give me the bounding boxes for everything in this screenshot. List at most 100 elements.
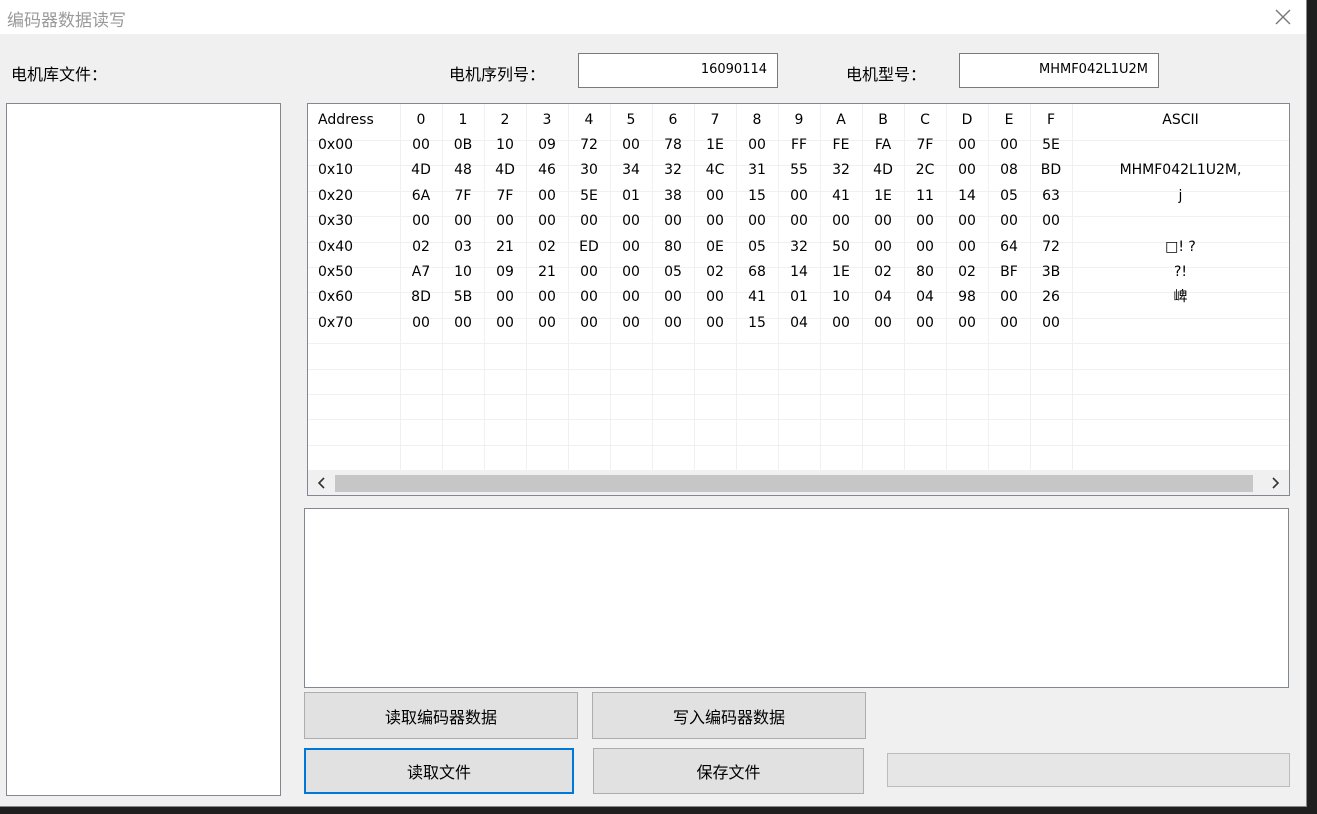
column-header[interactable]: 1 — [442, 112, 484, 128]
column-header[interactable]: 6 — [652, 112, 694, 128]
byte-cell[interactable]: 14 — [946, 184, 988, 209]
row-address[interactable]: 0x00 — [318, 133, 353, 158]
byte-cell[interactable]: 00 — [484, 285, 526, 310]
byte-cell[interactable]: 50 — [820, 235, 862, 260]
byte-cell[interactable]: 00 — [904, 209, 946, 234]
byte-cell[interactable]: 00 — [904, 235, 946, 260]
column-header[interactable]: 0 — [400, 112, 442, 128]
byte-cell[interactable]: 00 — [526, 184, 568, 209]
byte-cell[interactable]: 00 — [400, 133, 442, 158]
column-header[interactable]: B — [862, 112, 904, 128]
byte-cell[interactable]: 00 — [778, 184, 820, 209]
byte-cell[interactable]: 00 — [778, 209, 820, 234]
byte-cell[interactable]: 02 — [694, 260, 736, 285]
byte-cell[interactable]: 00 — [610, 260, 652, 285]
byte-cell[interactable]: 1E — [820, 260, 862, 285]
byte-cell[interactable]: 00 — [904, 311, 946, 336]
byte-cell[interactable]: BD — [1030, 158, 1072, 183]
column-header[interactable]: 2 — [484, 112, 526, 128]
byte-cell[interactable]: 01 — [778, 285, 820, 310]
byte-cell[interactable]: 02 — [946, 260, 988, 285]
byte-cell[interactable]: 5E — [1030, 133, 1072, 158]
byte-cell[interactable]: 00 — [400, 209, 442, 234]
byte-cell[interactable]: 21 — [526, 260, 568, 285]
byte-cell[interactable]: 7F — [484, 184, 526, 209]
byte-cell[interactable]: 11 — [904, 184, 946, 209]
byte-cell[interactable]: 09 — [526, 133, 568, 158]
byte-cell[interactable]: 0B — [442, 133, 484, 158]
byte-cell[interactable]: FF — [778, 133, 820, 158]
scroll-left-button[interactable] — [310, 471, 334, 495]
byte-cell[interactable]: 32 — [778, 235, 820, 260]
byte-cell[interactable]: 03 — [442, 235, 484, 260]
byte-cell[interactable]: 00 — [1030, 209, 1072, 234]
byte-cell[interactable]: 00 — [568, 311, 610, 336]
write-encoder-button[interactable]: 写入编码器数据 — [592, 692, 866, 739]
byte-cell[interactable]: 00 — [694, 311, 736, 336]
byte-cell[interactable]: 00 — [652, 311, 694, 336]
byte-cell[interactable]: 04 — [778, 311, 820, 336]
motor-library-list[interactable] — [6, 103, 281, 796]
byte-cell[interactable]: FE — [820, 133, 862, 158]
byte-cell[interactable]: 00 — [568, 209, 610, 234]
byte-cell[interactable]: 04 — [904, 285, 946, 310]
row-address[interactable]: 0x10 — [318, 158, 353, 183]
byte-cell[interactable]: 00 — [988, 311, 1030, 336]
byte-cell[interactable]: 00 — [988, 209, 1030, 234]
byte-cell[interactable]: 26 — [1030, 285, 1072, 310]
byte-cell[interactable]: 7F — [904, 133, 946, 158]
byte-cell[interactable]: 15 — [736, 311, 778, 336]
byte-cell[interactable]: 00 — [694, 285, 736, 310]
byte-cell[interactable]: 00 — [862, 311, 904, 336]
byte-cell[interactable]: 00 — [610, 285, 652, 310]
byte-cell[interactable]: 00 — [736, 209, 778, 234]
byte-cell[interactable]: 64 — [988, 235, 1030, 260]
byte-cell[interactable]: BF — [988, 260, 1030, 285]
ascii-cell[interactable]: □! ? — [1072, 235, 1289, 260]
byte-cell[interactable]: 63 — [1030, 184, 1072, 209]
byte-cell[interactable]: 41 — [736, 285, 778, 310]
byte-cell[interactable]: 00 — [862, 209, 904, 234]
column-header[interactable]: ASCII — [1072, 112, 1289, 128]
byte-cell[interactable]: 30 — [568, 158, 610, 183]
byte-cell[interactable]: 00 — [946, 235, 988, 260]
byte-cell[interactable]: 6A — [400, 184, 442, 209]
byte-cell[interactable]: 00 — [610, 311, 652, 336]
column-header[interactable]: A — [820, 112, 862, 128]
byte-cell[interactable]: 02 — [862, 260, 904, 285]
byte-cell[interactable]: 21 — [484, 235, 526, 260]
log-output-box[interactable] — [304, 508, 1289, 688]
byte-cell[interactable]: 0E — [694, 235, 736, 260]
byte-cell[interactable]: 00 — [946, 158, 988, 183]
row-address[interactable]: 0x30 — [318, 209, 353, 234]
column-header[interactable]: F — [1030, 112, 1072, 128]
read-file-button[interactable]: 读取文件 — [304, 748, 574, 794]
byte-cell[interactable]: 80 — [652, 235, 694, 260]
byte-cell[interactable]: 32 — [820, 158, 862, 183]
byte-cell[interactable]: 00 — [526, 209, 568, 234]
byte-cell[interactable]: 05 — [652, 260, 694, 285]
column-header[interactable]: D — [946, 112, 988, 128]
byte-cell[interactable]: 4D — [484, 158, 526, 183]
scroll-right-button[interactable] — [1263, 471, 1287, 495]
byte-cell[interactable]: 5B — [442, 285, 484, 310]
ascii-cell[interactable]: 崥 — [1072, 285, 1289, 310]
byte-cell[interactable]: 01 — [610, 184, 652, 209]
byte-cell[interactable]: 00 — [988, 133, 1030, 158]
column-header[interactable]: C — [904, 112, 946, 128]
byte-cell[interactable]: 4C — [694, 158, 736, 183]
byte-cell[interactable]: 00 — [694, 184, 736, 209]
byte-cell[interactable]: 55 — [778, 158, 820, 183]
ascii-cell[interactable]: j — [1072, 184, 1289, 209]
byte-cell[interactable]: 00 — [946, 311, 988, 336]
byte-cell[interactable]: A7 — [400, 260, 442, 285]
byte-cell[interactable]: 80 — [904, 260, 946, 285]
row-address[interactable]: 0x60 — [318, 285, 353, 310]
byte-cell[interactable]: 10 — [442, 260, 484, 285]
byte-cell[interactable]: 04 — [862, 285, 904, 310]
ascii-cell[interactable] — [1072, 311, 1289, 336]
byte-cell[interactable]: 31 — [736, 158, 778, 183]
byte-cell[interactable]: 00 — [1030, 311, 1072, 336]
hex-data-grid[interactable]: Address 0 1 2 3 4 5 6 7 8 9 A B C D E F ASCII 0x00 00 0B 10 09… — [307, 103, 1290, 496]
byte-cell[interactable]: 05 — [988, 184, 1030, 209]
